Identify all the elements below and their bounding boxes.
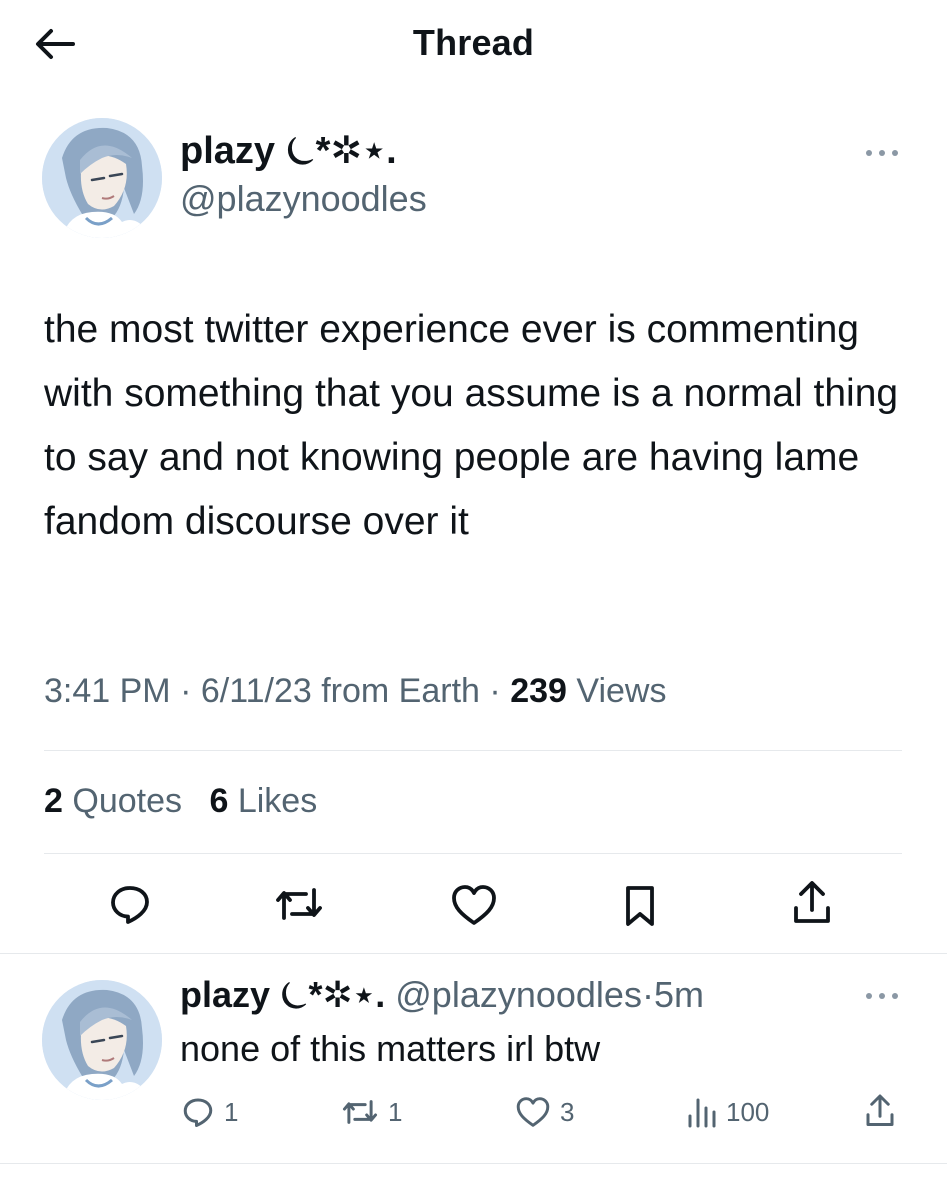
separator: · — [180, 672, 192, 710]
bookmark-button[interactable] — [620, 882, 660, 930]
reply-share-button[interactable] — [862, 1092, 898, 1130]
views-count: 100 — [726, 1096, 770, 1127]
share-icon — [794, 881, 830, 923]
retweet-count: 1 — [388, 1096, 403, 1127]
display-name[interactable]: plazy ⏾*✲⋆. — [180, 128, 397, 173]
heart-icon — [452, 885, 496, 925]
reply-count: 1 — [224, 1096, 239, 1127]
bookmark-icon — [626, 886, 654, 926]
retweet-icon — [276, 888, 322, 920]
separator: · — [641, 974, 654, 1015]
reply-retweet-button[interactable]: 1 — [340, 1094, 402, 1130]
likes-label: Likes — [237, 782, 318, 820]
page-title: Thread — [412, 22, 535, 63]
reply-like-button[interactable]: 3 — [514, 1095, 574, 1129]
more-dot — [879, 993, 885, 999]
views-label: Views — [576, 672, 667, 710]
reply-icon — [183, 1098, 213, 1127]
reply-reply-button[interactable]: 1 — [180, 1094, 238, 1130]
quotes-link[interactable]: 2 Quotes — [44, 782, 182, 820]
share-icon — [866, 1094, 894, 1126]
reply-handle[interactable]: @plazynoodles — [395, 974, 642, 1015]
reply-header: plazy ⏾*✲⋆. @plazynoodles·5m — [180, 974, 704, 1017]
quotes-label: Quotes — [72, 782, 182, 820]
more-dot — [892, 993, 898, 999]
retweet-button[interactable] — [272, 880, 326, 928]
tweet-metadata: 3:41 PM · 6/11/23 from Earth · 239 Views — [44, 672, 666, 711]
tweet-source: from Earth — [321, 672, 480, 710]
reply-display-name[interactable]: plazy ⏾*✲⋆. — [180, 974, 385, 1015]
reply-more-options-button[interactable] — [862, 986, 902, 1006]
separator: · — [489, 672, 501, 710]
divider — [0, 953, 947, 954]
top-bar: Thread — [0, 0, 947, 90]
avatar[interactable] — [42, 118, 162, 238]
more-dot — [866, 150, 872, 156]
more-dot — [892, 150, 898, 156]
divider — [44, 750, 902, 751]
engagement-counts: 2 Quotes 6 Likes — [44, 782, 317, 821]
tweet-text: the most twitter experience ever is comm… — [44, 308, 899, 543]
views-count: 239 — [510, 672, 567, 710]
more-dot — [866, 993, 872, 999]
reply-icon — [111, 886, 149, 924]
share-button[interactable] — [788, 878, 836, 928]
reply-text: none of this matters irl btw — [180, 1028, 601, 1069]
reply-time[interactable]: 5m — [654, 974, 704, 1015]
retweet-icon — [342, 1100, 378, 1124]
likes-count: 6 — [209, 782, 229, 820]
tweet-date[interactable]: 6/11/23 — [201, 672, 312, 710]
quotes-count: 2 — [44, 782, 63, 820]
reply-views-button[interactable]: 100 — [686, 1094, 769, 1130]
like-count: 3 — [560, 1096, 575, 1127]
reply-avatar[interactable] — [42, 980, 162, 1100]
like-button[interactable] — [449, 882, 499, 928]
reply-button[interactable] — [106, 880, 154, 928]
likes-link[interactable]: 6 Likes — [209, 782, 317, 820]
divider — [44, 853, 902, 854]
more-options-button[interactable] — [862, 143, 902, 163]
heart-icon — [516, 1097, 550, 1127]
divider — [0, 1163, 947, 1164]
user-handle[interactable]: @plazynoodles — [180, 178, 427, 220]
more-dot — [879, 150, 885, 156]
views-chart-icon — [688, 1098, 716, 1128]
tweet-time[interactable]: 3:41 PM — [44, 672, 171, 710]
